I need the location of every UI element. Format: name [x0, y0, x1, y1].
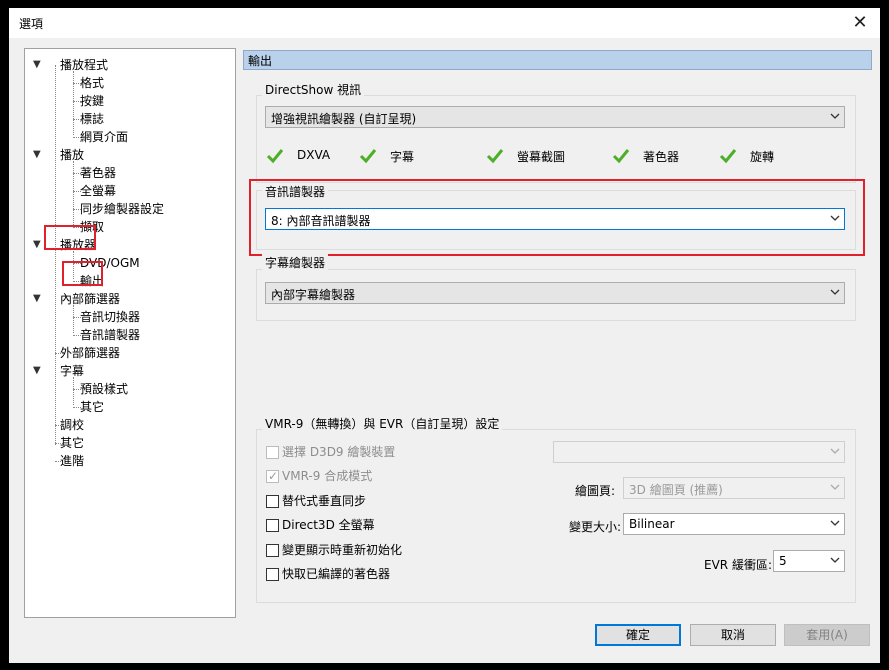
tree-line: [73, 377, 74, 405]
options-dialog: 選項 ✕ ▼ 播放程式 格式 按鍵 標誌 網頁介面 ▼ 播放 著色器 全螢幕 同…: [9, 8, 880, 663]
highlight-box: [249, 179, 865, 256]
collapse-chevron-icon[interactable]: ▼: [33, 365, 41, 376]
highlight-box: [44, 225, 96, 250]
chevron-down-icon: [830, 113, 840, 119]
tree-item-keys[interactable]: 按鍵: [80, 92, 104, 110]
evr-buffer-label: EVR 緩衝區:: [704, 558, 772, 572]
subtitle-renderer-select[interactable]: 內部字幕繪製器: [265, 282, 845, 304]
vmr-group-title: VMR-9（無轉換）與 EVR（自訂呈現）設定: [262, 415, 503, 432]
tree-line: [73, 305, 74, 333]
tree-item-advanced[interactable]: 進階: [60, 452, 84, 470]
apply-button[interactable]: 套用(A): [784, 624, 870, 646]
check-icon: [612, 149, 630, 164]
rotation-label: 旋轉: [750, 150, 775, 164]
checkbox-box: [266, 544, 279, 557]
tree-item-fullscreen[interactable]: 全螢幕: [80, 182, 116, 200]
tree-item-misc[interactable]: 其它: [60, 434, 84, 452]
ok-button[interactable]: 確定: [595, 624, 681, 646]
directshow-group-title: DirectShow 視訊: [262, 81, 365, 98]
resize-label: 變更大小:: [569, 520, 622, 534]
tree-item-tweaks[interactable]: 調校: [60, 416, 84, 434]
title-bar: 選項 ✕: [9, 8, 880, 38]
resize-select[interactable]: Bilinear: [623, 513, 845, 535]
collapse-chevron-icon[interactable]: ▼: [33, 149, 41, 160]
checkbox-box: [266, 495, 279, 508]
tree-item-logo[interactable]: 標誌: [80, 110, 104, 128]
tree-item-external-filters[interactable]: 外部篩選器: [60, 344, 120, 362]
cache-shaders-label: 快取已編譯的著色器: [282, 567, 391, 581]
vmr9-mixer-label: VMR-9 合成模式: [282, 469, 373, 483]
tree-line: [55, 65, 56, 445]
shaders-label: 著色器: [643, 150, 680, 164]
d3d9-device-select[interactable]: [553, 441, 845, 463]
page-title: 輸出: [248, 54, 273, 68]
surface-select[interactable]: 3D 繪圖頁 (推薦): [623, 477, 845, 499]
chevron-down-icon: [830, 484, 840, 490]
screenshot-label: 螢幕截圖: [517, 150, 566, 164]
cancel-button[interactable]: 取消: [690, 624, 776, 646]
collapse-chevron-icon[interactable]: ▼: [33, 59, 41, 70]
check-icon: [486, 149, 504, 164]
tree-item-sync-renderer[interactable]: 同步繪製器設定: [80, 200, 164, 218]
check-icon: [719, 149, 737, 164]
tree-item-formats[interactable]: 格式: [80, 74, 104, 92]
check-icon: [359, 149, 377, 164]
tree-item-player[interactable]: 播放程式: [60, 56, 108, 74]
checkmark-icon: ✓: [268, 469, 279, 483]
close-icon[interactable]: ✕: [840, 8, 880, 38]
tree-line: [73, 161, 74, 225]
reinit-display-label: 變更顯示時重新初始化: [282, 543, 403, 557]
tree-item-playback[interactable]: 播放: [60, 146, 84, 164]
chevron-down-icon: [830, 520, 840, 526]
collapse-chevron-icon[interactable]: ▼: [33, 293, 41, 304]
tree-item-default-style[interactable]: 預設樣式: [80, 380, 128, 398]
checkbox-box: [266, 519, 279, 532]
checkbox-box: ✓: [266, 469, 279, 483]
surface-value: 3D 繪圖頁 (推薦): [629, 483, 723, 497]
check-icon: [266, 149, 284, 164]
page-header: 輸出: [243, 50, 872, 70]
checkbox-box: [266, 446, 279, 459]
chevron-down-icon: [830, 289, 840, 295]
subtitle-group-title: 字幕繪製器: [262, 254, 329, 271]
chevron-down-icon: [830, 557, 840, 563]
tree-item-web-interface[interactable]: 網頁介面: [80, 128, 128, 146]
tree-item-subtitle-misc[interactable]: 其它: [80, 398, 104, 416]
tree-item-shaders[interactable]: 著色器: [80, 164, 116, 182]
video-renderer-value: 增強視訊繪製器 (自訂呈現): [271, 112, 417, 126]
subtitle-renderer-value: 內部字幕繪製器: [271, 288, 356, 302]
subtitles-label: 字幕: [390, 150, 415, 164]
highlight-box: [62, 261, 103, 286]
tree-line: [73, 71, 74, 135]
dxva-label: DXVA: [297, 148, 331, 162]
alt-vsync-label: 替代式垂直同步: [282, 494, 367, 508]
video-renderer-select[interactable]: 增強視訊繪製器 (自訂呈現): [265, 106, 845, 128]
options-tree[interactable]: ▼ 播放程式 格式 按鍵 標誌 網頁介面 ▼ 播放 著色器 全螢幕 同步繪製器設…: [24, 48, 236, 618]
collapse-chevron-icon[interactable]: ▼: [33, 239, 41, 250]
dialog-title: 選項: [19, 17, 44, 31]
tree-item-audio-switcher[interactable]: 音訊切換器: [80, 308, 140, 326]
evr-buffer-select[interactable]: 5: [773, 550, 845, 572]
checkbox-box: [266, 568, 279, 581]
d3d9-device-label: 選擇 D3D9 繪製裝置: [282, 445, 396, 459]
tree-item-audio-renderer[interactable]: 音訊譜製器: [80, 326, 140, 344]
tree-item-subtitles[interactable]: 字幕: [60, 362, 84, 380]
resize-value: Bilinear: [629, 517, 675, 531]
evr-buffer-value: 5: [779, 554, 787, 568]
surface-label: 繪圖頁:: [575, 484, 616, 498]
chevron-down-icon: [830, 448, 840, 454]
tree-item-internal-filters[interactable]: 內部篩選器: [60, 290, 120, 308]
d3d-fullscreen-label: Direct3D 全螢幕: [282, 518, 375, 532]
